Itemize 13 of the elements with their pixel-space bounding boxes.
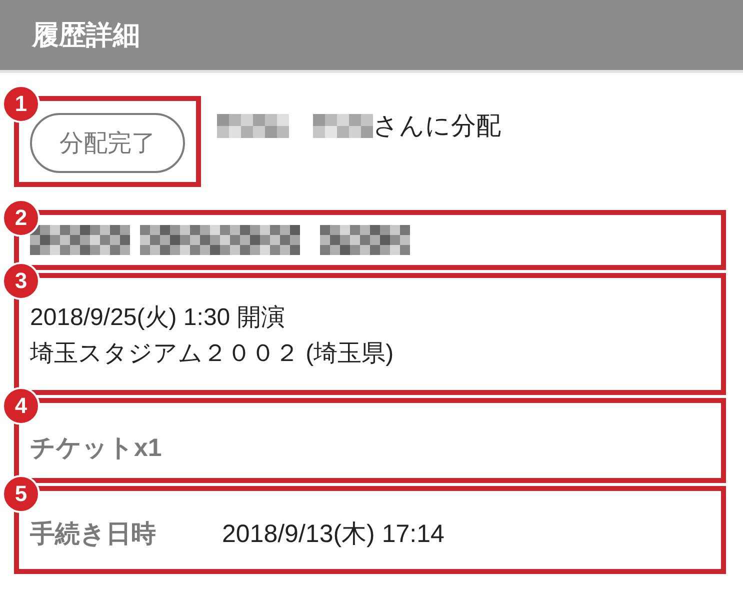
recipient-text: さんに分配 [373, 111, 501, 141]
page-title: 履歴詳細 [32, 19, 140, 52]
status-tag: 分配完了 [30, 113, 185, 173]
step-number-marker: 2 [2, 199, 40, 237]
field-value: 2018/9/13(木) 17:14 [222, 519, 444, 549]
event-info-text: 2018/9/25(火) 1:30 開演 [30, 303, 286, 333]
ticket-count-label: チケットx1 [30, 434, 162, 462]
step-number-marker: 4 [2, 387, 40, 425]
step-number-marker: 3 [2, 262, 40, 300]
step-number-marker: 1 [2, 85, 40, 123]
event-info-text: 埼玉スタジアム２００２ (埼玉県) [30, 339, 395, 369]
step-number-marker: 5 [2, 475, 40, 513]
field-label: 手続き日時 [30, 519, 157, 549]
